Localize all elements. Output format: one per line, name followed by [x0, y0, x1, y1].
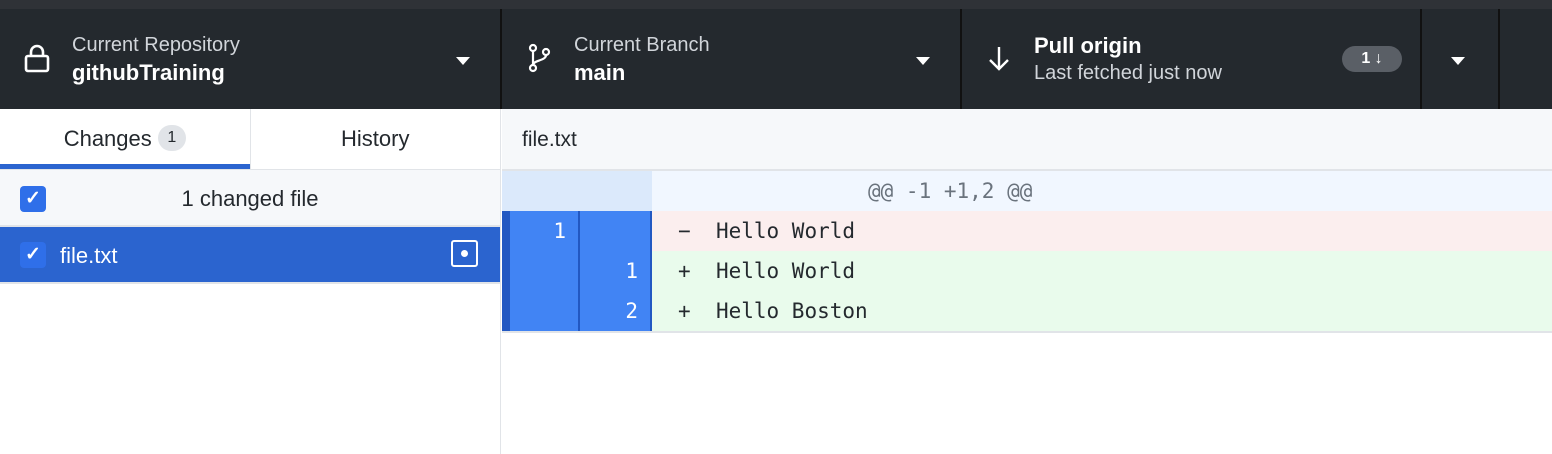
diff-line-added[interactable]: 2 + Hello Boston: [502, 291, 1552, 331]
diff-sign: +: [678, 259, 691, 283]
new-line-number: 2: [580, 291, 652, 331]
pull-subtitle: Last fetched just now: [1034, 62, 1222, 84]
diff-view: file.txt @@ -1 +1,2 @@ 1 − Hello World 1 +…: [502, 109, 1552, 454]
old-line-number: 1: [502, 211, 580, 251]
diff-line-added[interactable]: 1 + Hello World: [502, 251, 1552, 291]
lock-icon: [24, 44, 50, 73]
title-bar: [0, 0, 1552, 9]
repository-label: Current Repository: [72, 34, 240, 56]
chevron-down-icon: [916, 57, 930, 65]
tab-changes[interactable]: Changes 1: [0, 109, 250, 169]
file-name: file.txt: [60, 243, 118, 268]
hunk-text: @@ -1 +1,2 @@: [652, 171, 1552, 211]
modified-icon: [451, 240, 478, 267]
sidebar: Changes 1 History ✓ 1 changed file ✓ file…: [0, 109, 501, 454]
tab-label: Changes: [63, 126, 152, 151]
chevron-down-icon: [1451, 57, 1465, 65]
old-line-number: [502, 251, 580, 291]
branch-icon: [528, 43, 551, 73]
incoming-commits-badge: 1 ↓: [1342, 46, 1402, 72]
diff-end-divider: [502, 331, 1552, 333]
pull-title: Pull origin: [1034, 33, 1142, 58]
hunk-header: @@ -1 +1,2 @@: [502, 171, 1552, 211]
changes-count-badge: 1: [157, 125, 186, 152]
line-text: Hello World: [715, 259, 856, 283]
branch-name: main: [574, 60, 626, 85]
branch-label: Current Branch: [574, 34, 710, 56]
file-checkbox[interactable]: ✓: [20, 242, 46, 268]
diff-sign: −: [678, 219, 691, 243]
line-text: Hello World: [715, 219, 856, 243]
tab-history[interactable]: History: [249, 109, 500, 169]
new-line-number: [580, 211, 652, 251]
changed-files-summary: 1 changed file: [181, 186, 319, 211]
tab-label: History: [341, 126, 410, 151]
file-list-item[interactable]: ✓ file.txt: [0, 227, 500, 284]
current-repository-button[interactable]: Current Repository githubTraining: [0, 9, 502, 109]
toolbar: Current Repository githubTraining Curren…: [0, 9, 1552, 109]
new-line-number: 1: [580, 251, 652, 291]
old-line-number: [502, 291, 580, 331]
chevron-down-icon: [456, 57, 470, 65]
diff-file-header: file.txt: [502, 109, 1552, 171]
pull-options-dropdown[interactable]: [1422, 9, 1500, 109]
pull-origin-button[interactable]: Pull origin Last fetched just now 1 ↓: [962, 9, 1422, 109]
diff-sign: +: [678, 299, 691, 323]
current-branch-button[interactable]: Current Branch main: [502, 9, 962, 109]
repository-name: githubTraining: [72, 60, 225, 85]
line-text: Hello Boston: [715, 299, 868, 323]
arrow-down-icon: [989, 47, 1009, 71]
diff-line-deleted[interactable]: 1 − Hello World: [502, 211, 1552, 251]
